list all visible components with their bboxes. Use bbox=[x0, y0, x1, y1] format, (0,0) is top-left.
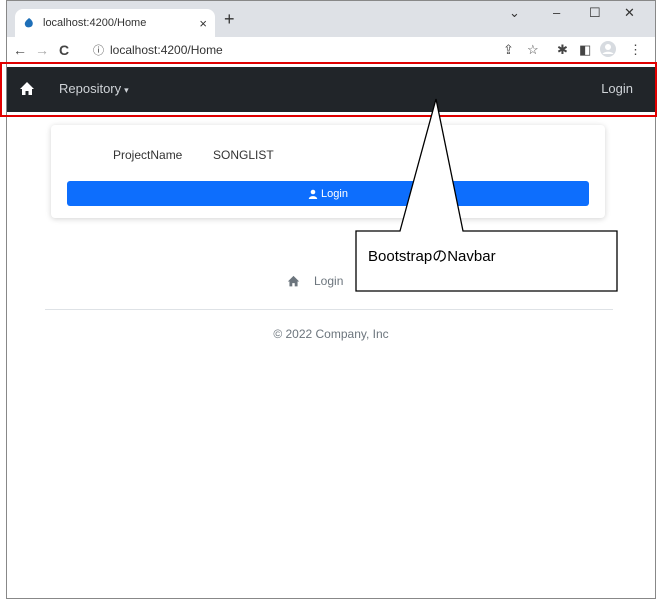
project-card: ProjectName SONGLIST Login bbox=[51, 125, 605, 218]
address-bar[interactable]: ⓘ localhost:4200/Home bbox=[93, 39, 539, 61]
project-name-label: ProjectName bbox=[113, 148, 183, 162]
app-navbar: Repository ▾ Login bbox=[7, 67, 655, 112]
address-url: localhost:4200/Home bbox=[110, 43, 223, 57]
maximize-button[interactable]: ☐ bbox=[589, 5, 601, 21]
project-name-value: SONGLIST bbox=[213, 148, 274, 162]
reload-button[interactable]: C bbox=[53, 42, 75, 58]
login-button[interactable]: Login bbox=[67, 181, 589, 206]
close-window-button[interactable]: ✕ bbox=[624, 5, 635, 21]
caret-down-icon: ▾ bbox=[124, 85, 129, 95]
callout-text: BootstrapのNavbar bbox=[368, 248, 496, 265]
copyright-text: © 2022 Company, Inc bbox=[273, 327, 389, 341]
footer-login-link[interactable]: Login bbox=[314, 274, 343, 288]
browser-tab[interactable]: localhost:4200/Home × bbox=[15, 9, 215, 37]
minimize-button[interactable]: – bbox=[553, 5, 560, 20]
navbar-login-link[interactable]: Login bbox=[601, 81, 633, 96]
footer-links: Login bbox=[287, 274, 343, 288]
side-panel-icon[interactable]: ◧ bbox=[579, 42, 591, 58]
tab-strip: localhost:4200/Home × + ⌄ – ☐ ✕ bbox=[7, 1, 655, 37]
tab-close-icon[interactable]: × bbox=[199, 16, 207, 31]
tab-search-chevron-icon[interactable]: ⌄ bbox=[509, 5, 520, 21]
repository-dropdown[interactable]: Repository ▾ bbox=[59, 81, 129, 96]
share-icon[interactable]: ⇪ bbox=[503, 42, 514, 58]
repository-label: Repository bbox=[59, 81, 122, 96]
bookmark-star-icon[interactable]: ☆ bbox=[527, 42, 539, 58]
profile-avatar-icon[interactable] bbox=[599, 40, 617, 58]
forward-button[interactable]: → bbox=[31, 42, 53, 58]
browser-window: localhost:4200/Home × + ⌄ – ☐ ✕ ← → C ⓘ … bbox=[6, 0, 656, 599]
extensions-icon[interactable]: ✱ bbox=[557, 42, 568, 58]
footer-home-icon[interactable] bbox=[287, 275, 300, 288]
footer-divider bbox=[45, 309, 613, 310]
back-button[interactable]: ← bbox=[9, 42, 31, 58]
browser-menu-icon[interactable]: ⋮ bbox=[629, 42, 642, 58]
angular-favicon-icon bbox=[24, 18, 33, 28]
user-icon bbox=[308, 189, 318, 199]
tab-title: localhost:4200/Home bbox=[43, 17, 147, 29]
home-icon[interactable] bbox=[19, 81, 35, 97]
login-button-label: Login bbox=[321, 187, 348, 200]
browser-toolbar: ← → C ⓘ localhost:4200/Home ⇪ ☆ ✱ ◧ ⋮ bbox=[7, 37, 655, 63]
new-tab-button[interactable]: + bbox=[224, 9, 235, 29]
site-info-icon[interactable]: ⓘ bbox=[93, 42, 104, 58]
